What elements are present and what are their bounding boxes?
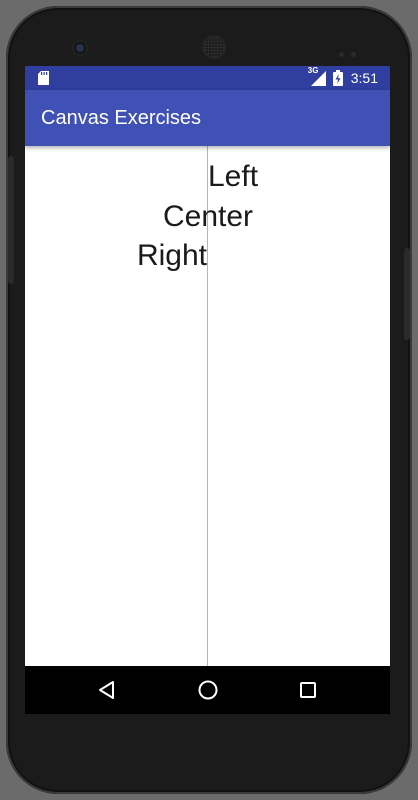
volume-button[interactable] <box>8 156 14 284</box>
app-title: Canvas Exercises <box>41 107 202 129</box>
proximity-sensors <box>339 44 363 62</box>
back-button[interactable] <box>95 678 119 702</box>
back-icon <box>99 681 114 699</box>
status-bar: 3G 3:51 <box>25 66 390 90</box>
left-aligned-text: Left <box>208 160 259 193</box>
navigation-bar <box>25 666 390 714</box>
front-camera <box>74 42 86 54</box>
right-aligned-text: Right <box>136 239 207 272</box>
app-bar: Canvas Exercises <box>25 90 390 146</box>
status-time: 3:51 <box>350 70 378 86</box>
recents-icon <box>300 682 316 698</box>
earpiece-speaker <box>204 37 224 57</box>
battery-charging-icon <box>332 70 343 86</box>
home-icon <box>198 680 218 700</box>
signal-icon: 3G <box>308 67 327 86</box>
device-screen: 3G 3:51 Canvas Exercises Left Center Rig… <box>25 66 390 714</box>
recents-button[interactable] <box>296 678 320 702</box>
sd-card-icon <box>38 71 49 85</box>
center-aligned-text: Center <box>162 200 254 233</box>
home-button[interactable] <box>196 678 220 702</box>
status-icons: 3G 3:51 <box>308 66 378 90</box>
drawing-canvas[interactable]: Left Center Right <box>25 146 390 666</box>
power-button[interactable] <box>404 248 410 340</box>
